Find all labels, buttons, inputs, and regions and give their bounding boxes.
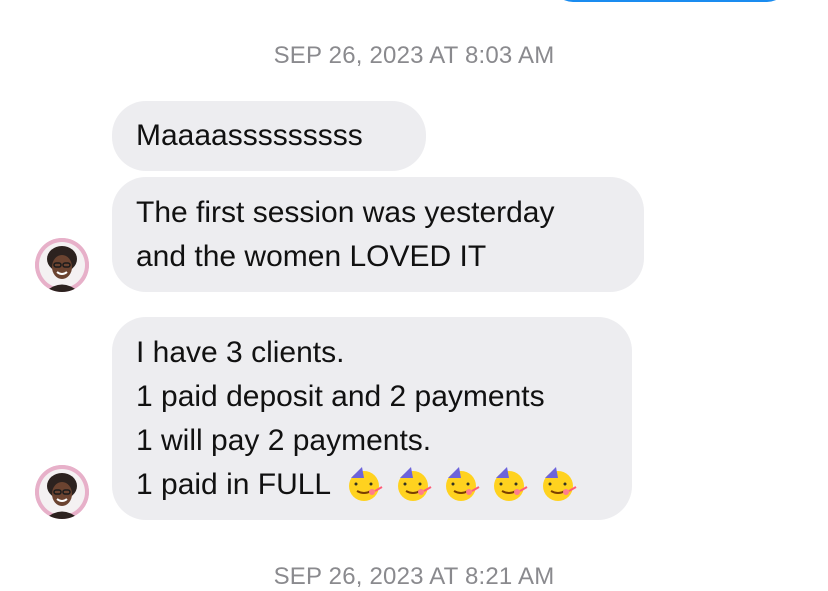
emoji-row [344, 461, 577, 505]
message-timestamp: SEP 26, 2023 AT 8:21 AM [273, 563, 555, 590]
partying-face-icon [494, 467, 528, 502]
message-text: and the women LOVED IT [136, 240, 487, 273]
incoming-message-bubble[interactable]: I have 3 clients. 1 paid deposit and 2 p… [112, 317, 632, 520]
message-text: 1 will pay 2 payments. [136, 424, 432, 457]
person-avatar-icon [35, 465, 89, 519]
message-timestamp: SEP 26, 2023 AT 8:03 AM [273, 42, 555, 69]
message-text: Maaaasssssssss [136, 119, 363, 152]
person-avatar-icon [35, 238, 89, 292]
message-text: 1 paid deposit and 2 payments [136, 380, 545, 413]
outgoing-message-bubble-edge[interactable] [552, 0, 788, 2]
message-text: I have 3 clients. [136, 336, 345, 369]
incoming-message-bubble[interactable]: Maaaasssssssss [112, 101, 426, 171]
partying-face-icon [349, 467, 383, 502]
partying-face-icon [542, 467, 577, 502]
partying-face-icon [397, 467, 432, 502]
message-text: The first session was yesterday [136, 196, 555, 229]
message-text: 1 paid in FULL [136, 468, 331, 501]
avatar[interactable] [35, 238, 89, 292]
avatar[interactable] [35, 465, 89, 519]
message-last-line: 1 paid in FULL [136, 463, 608, 507]
partying-face-icon [446, 467, 480, 502]
incoming-message-bubble[interactable]: The first session was yesterday and the … [112, 177, 644, 292]
